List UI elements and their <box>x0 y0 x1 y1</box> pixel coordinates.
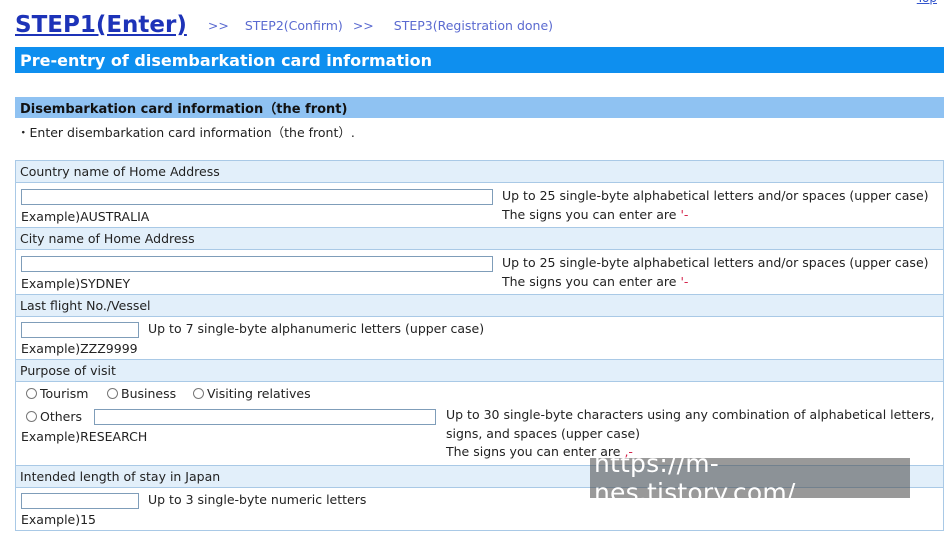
section-intro: ・Enter disembarkation card information（t… <box>17 125 355 140</box>
city-note: Up to 25 single-byte alphabetical letter… <box>502 255 929 270</box>
radio-button[interactable] <box>26 388 37 399</box>
purpose-example: Example)RESEARCH <box>21 429 148 444</box>
radio-business[interactable]: Business <box>107 386 176 401</box>
city-row: Up to 25 single-byte alphabetical letter… <box>16 250 943 295</box>
country-example: Example)AUSTRALIA <box>21 209 150 224</box>
others-input[interactable] <box>94 409 436 425</box>
purpose-note-line2: signs, and spaces (upper case) <box>446 426 641 441</box>
city-signs: The signs you can enter are '- <box>502 274 689 289</box>
purpose-label: Purpose of visit <box>16 360 943 382</box>
stay-example: Example)15 <box>21 512 97 527</box>
country-signs: The signs you can enter are '- <box>502 207 689 222</box>
radio-visiting-relatives[interactable]: Visiting relatives <box>193 386 311 401</box>
country-note: Up to 25 single-byte alphabetical letter… <box>502 188 929 203</box>
step2-label: STEP2(Confirm) <box>244 17 343 33</box>
city-label: City name of Home Address <box>16 228 943 250</box>
flight-row: Up to 7 single-byte alphanumeric letters… <box>16 317 943 360</box>
step-navigation: STEP1(Enter) >> STEP2(Confirm) >> STEP3(… <box>15 8 553 42</box>
step-separator: >> <box>352 17 374 33</box>
country-label: Country name of Home Address <box>16 161 943 183</box>
page-title: Pre-entry of disembarkation card informa… <box>15 47 944 73</box>
step1-current[interactable]: STEP1(Enter) <box>15 12 187 38</box>
country-input[interactable] <box>21 189 493 205</box>
radio-others[interactable]: Others <box>26 409 82 424</box>
signs-value: '- <box>680 274 689 289</box>
flight-note: Up to 7 single-byte alphanumeric letters… <box>148 321 485 336</box>
country-row: Up to 25 single-byte alphabetical letter… <box>16 183 943 228</box>
stay-note: Up to 3 single-byte numeric letters <box>148 492 367 507</box>
flight-label: Last flight No./Vessel <box>16 295 943 317</box>
top-right-link[interactable]: Top <box>917 0 937 5</box>
step3-label: STEP3(Registration done) <box>393 17 554 33</box>
purpose-note-line1: Up to 30 single-byte characters using an… <box>446 407 935 422</box>
radio-button[interactable] <box>193 388 204 399</box>
radio-tourism[interactable]: Tourism <box>26 386 88 401</box>
signs-value: '- <box>680 207 689 222</box>
city-input[interactable] <box>21 256 493 272</box>
step-separator: >> <box>207 17 229 33</box>
radio-button[interactable] <box>107 388 118 399</box>
flight-input[interactable] <box>21 322 139 338</box>
flight-example: Example)ZZZ9999 <box>21 341 138 356</box>
watermark-overlay: https://m-nes.tistory.com/ <box>590 449 910 507</box>
stay-input[interactable] <box>21 493 139 509</box>
city-example: Example)SYDNEY <box>21 276 131 291</box>
radio-button[interactable] <box>26 411 37 422</box>
section-title: Disembarkation card information（the fron… <box>15 97 944 118</box>
